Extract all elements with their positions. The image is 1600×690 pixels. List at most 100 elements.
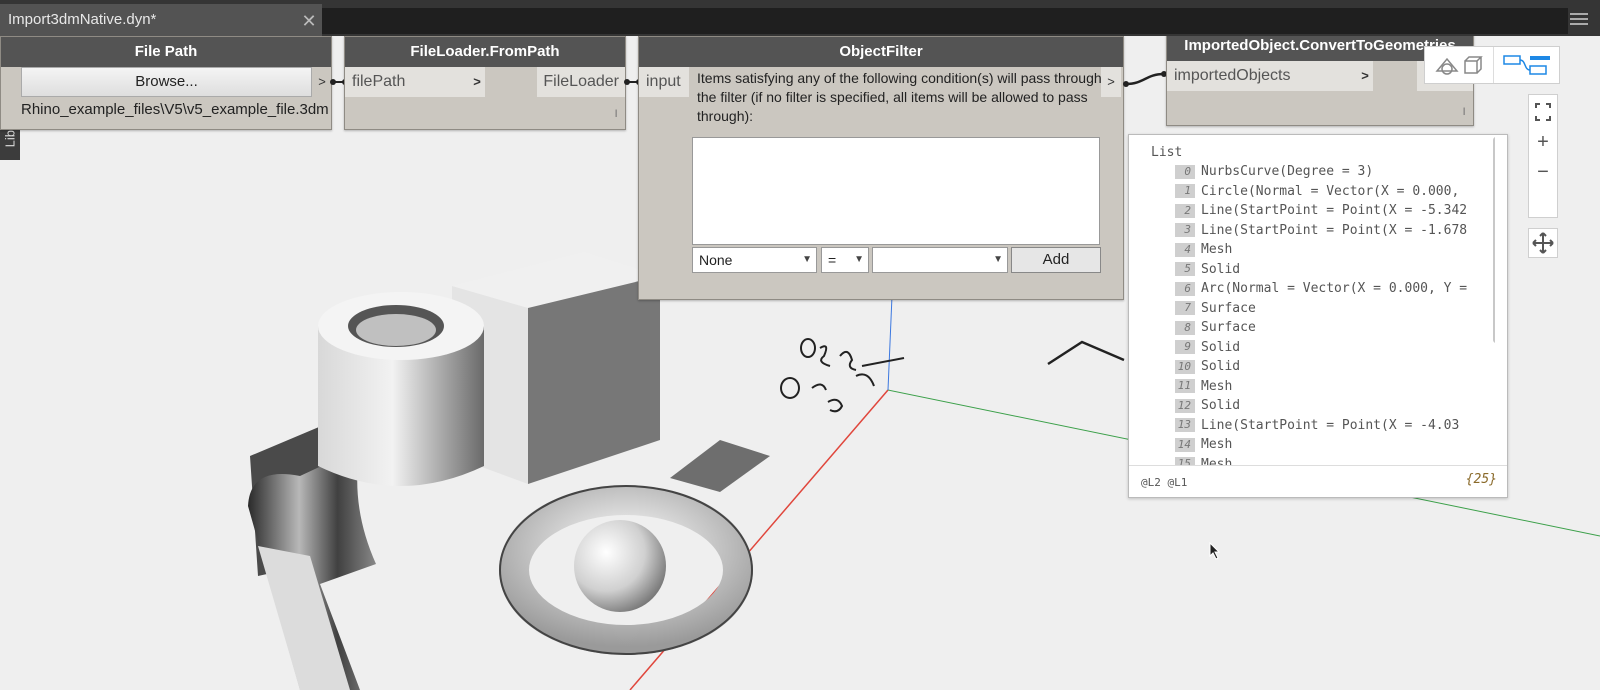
zoom-in-button[interactable]: + [1529,127,1557,157]
zoom-to-fit-button[interactable] [1529,97,1557,127]
list-item-index: 13 [1175,418,1195,433]
port-chevron-icon: > [473,74,481,89]
port-chevron-icon: > [1361,68,1369,83]
list-item-index: 9 [1175,340,1195,355]
port-label: input [646,73,681,90]
list-item-value: Line(StartPoint = Point(X = -5.342 [1201,203,1468,219]
list-item: 2 Line(StartPoint = Point(X = -5.342 [1175,201,1467,221]
browse-button[interactable]: Browse... [21,67,312,97]
tab-bar: Import3dmNative.dyn* ✕ [0,0,1600,36]
view-toggle [1424,46,1560,84]
output-port-chevron[interactable]: > [1101,67,1121,97]
chevron-down-icon: ▼ [854,254,864,265]
list-item: 8 Surface [1175,318,1467,338]
chevron-down-icon: ▼ [993,254,1003,265]
node-title: FileLoader.FromPath [345,37,625,67]
preview-footer: @L2 @L1 {25} [1129,465,1507,497]
list-item: 3 Line(StartPoint = Point(X = -1.678 [1175,221,1467,241]
lacing-indicator: l [615,109,618,120]
plane-surface [670,440,770,492]
output-port-fileloader[interactable]: FileLoader [537,67,625,97]
curve-sketch [780,338,905,413]
pan-icon [1532,232,1554,254]
pan-button[interactable] [1528,228,1558,258]
geometry-view-button[interactable] [1425,47,1493,83]
list-item-value: Solid [1201,398,1241,414]
list-item-value: Line(StartPoint = Point(X = -1.678 [1201,222,1468,238]
list-item-value: Circle(Normal = Vector(X = 0.000, [1201,183,1460,199]
operator-select[interactable]: = ▼ [821,247,869,273]
list-item-value: Mesh [1201,456,1233,465]
list-item-index: 0 [1175,164,1195,179]
add-condition-button[interactable]: Add [1011,247,1101,273]
node-title: ObjectFilter [639,37,1123,67]
preview-list[interactable]: List 0 NurbsCurve(Degree = 3) 1 Circle(Norm… [1129,135,1495,465]
list-item-index: 5 [1175,262,1195,277]
mouse-cursor-icon [1209,542,1221,560]
list-item-value: Arc(Normal = Vector(X = 0.000, Y = [1201,281,1468,297]
list-item: 1 Circle(Normal = Vector(X = 0.000, [1175,182,1467,202]
graph-canvas[interactable]: ▶ Library File Path Browse... > Rhino_ex… [0,36,1600,690]
node-objectfilter[interactable]: ObjectFilter input Items satisfying any … [638,36,1124,300]
sphere [574,520,666,612]
list-item-value: Line(StartPoint = Point(X = -4.03 [1201,417,1460,433]
fit-view-icon [1535,103,1551,121]
list-item-index: 15 [1175,457,1195,465]
list-item-value: Mesh [1201,378,1233,394]
list-item-index: 12 [1175,398,1195,413]
list-item: 4 Mesh [1175,240,1467,260]
node-file-path[interactable]: File Path Browse... > Rhino_example_file… [0,36,332,130]
polyline-curve [1047,340,1125,366]
list-item-value: Surface [1201,300,1256,316]
preview-items: 0 NurbsCurve(Degree = 3) 1 Circle(Normal = … [1175,162,1467,465]
list-item-index: 8 [1175,320,1195,335]
node-preview-bubble[interactable]: List 0 NurbsCurve(Degree = 3) 1 Circle(Norm… [1128,134,1508,498]
field-select[interactable]: None ▼ [692,247,817,273]
list-item: 9 Solid [1175,338,1467,358]
preview-scrollbar[interactable] [1493,137,1495,343]
box-side [528,276,660,484]
input-port-input[interactable]: input [639,67,689,97]
menu-icon[interactable] [1570,10,1588,28]
tab-title: Import3dmNative.dyn* [8,11,157,28]
list-item-index: 14 [1175,437,1195,452]
list-item: 14 Mesh [1175,435,1467,455]
list-item-value: Solid [1201,339,1241,355]
port-label: filePath [352,73,406,90]
list-item: 11 Mesh [1175,377,1467,397]
list-item-index: 11 [1175,379,1195,394]
list-count: {25} [1465,472,1497,487]
list-item: 13 Line(StartPoint = Point(X = -4.03 [1175,416,1467,436]
list-item: 6 Arc(Normal = Vector(X = 0.000, Y = [1175,279,1467,299]
list-item: 7 Surface [1175,299,1467,319]
tab-import3dmnative[interactable]: Import3dmNative.dyn* ✕ [0,4,322,36]
lacing-indicator: l [1463,107,1466,118]
graph-view-button[interactable] [1493,47,1559,83]
geometry-view-icon [1435,56,1483,75]
value-select[interactable]: ▼ [872,247,1008,273]
filter-conditions-textarea[interactable] [692,137,1100,245]
node-fileloader-frompath[interactable]: FileLoader.FromPath filePath > FileLoade… [344,36,626,130]
list-item-value: Mesh [1201,242,1233,258]
list-item-value: Surface [1201,320,1256,336]
list-levels: @L2 @L1 [1141,476,1188,489]
list-item-index: 4 [1175,242,1195,257]
list-item-index: 7 [1175,301,1195,316]
list-item-index: 10 [1175,359,1195,374]
list-item-value: Solid [1201,261,1241,277]
tab-strip [322,8,1568,34]
node-title: File Path [1,37,331,67]
list-title: List [1151,145,1183,160]
filter-description: Items satisfying any of the following co… [697,70,1102,124]
axis-z-line [887,295,893,391]
list-item: 0 NurbsCurve(Degree = 3) [1175,162,1467,182]
input-port-importedobjects[interactable]: importedObjects [1167,61,1373,91]
input-port-filepath[interactable]: filePath [345,67,485,97]
close-icon[interactable]: ✕ [300,12,318,30]
list-item-value: Solid [1201,359,1241,375]
zoom-out-button[interactable]: − [1529,157,1557,187]
list-item-value: NurbsCurve(Degree = 3) [1201,164,1374,180]
operator-select-value: = [828,252,837,268]
file-path-value: Rhino_example_files\V5\v5_example_file.3… [21,101,329,118]
zoom-controls: + − [1528,94,1558,218]
